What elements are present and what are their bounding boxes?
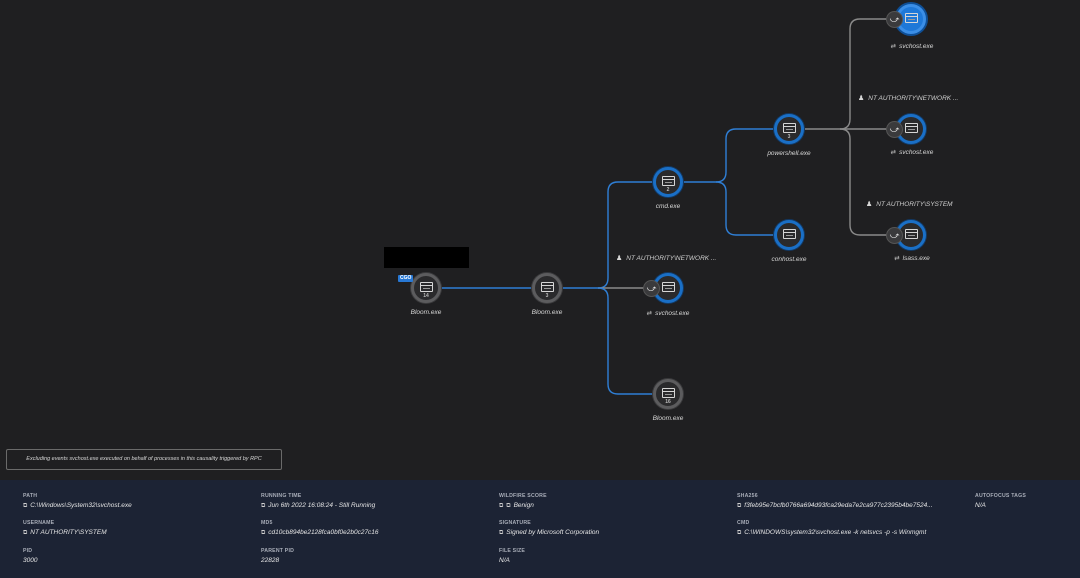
edge-to-cmd <box>597 181 653 289</box>
window-icon <box>783 229 796 239</box>
copy-icon[interactable]: ⧉ <box>23 530 27 536</box>
window-icon <box>662 388 675 398</box>
rpc-icon: ⤻ <box>886 121 903 138</box>
child-count: 2 <box>666 187 670 193</box>
md5-field: MD5 ⧉ cd10cb894be2128fca0bf0e2b0c27c16 <box>261 520 379 536</box>
process-node-bloom-2[interactable]: 3 <box>532 273 562 303</box>
process-node-powershell[interactable]: 3 <box>774 114 804 144</box>
child-count: 14 <box>423 293 429 299</box>
user-label: ♟ NT AUTHORITY\SYSTEM <box>866 201 953 208</box>
child-count: 16 <box>665 399 671 405</box>
copy-icon[interactable]: ⧉ <box>499 503 503 509</box>
pid-field: PID 3000 <box>23 548 38 564</box>
parent-pid-field: PARENT PID 22828 <box>261 548 295 564</box>
process-node-conhost[interactable] <box>774 220 804 250</box>
window-icon <box>783 123 796 133</box>
rpc-small-icon: ⇄ <box>646 310 653 317</box>
window-icon <box>905 123 918 133</box>
process-label: ⇄ lsass.exe <box>894 255 930 262</box>
process-label: Bloom.exe <box>652 415 684 422</box>
process-label: powershell.exe <box>767 150 811 157</box>
window-icon <box>662 176 675 186</box>
user-icon: ♟ <box>858 95 865 102</box>
rpc-small-icon: ⇄ <box>890 149 897 156</box>
copy-icon[interactable]: ⧉ <box>737 503 741 509</box>
process-label: ⇄ svchost.exe <box>890 149 934 156</box>
user-icon: ♟ <box>866 201 873 208</box>
window-icon <box>905 229 918 239</box>
edge-to-lsass <box>839 128 886 236</box>
running-time-field: RUNNING TIME ⧉ Jun 6th 2022 16:08:24 - St… <box>261 493 376 509</box>
window-icon <box>420 282 433 292</box>
process-node-bloom-root[interactable]: 14 <box>411 273 441 303</box>
window-icon <box>541 282 554 292</box>
path-field: PATH ⧉ C:\Windows\System32\svchost.exe <box>23 493 132 509</box>
process-label: cmd.exe <box>655 203 681 210</box>
process-node-cmd[interactable]: 2 <box>653 167 683 197</box>
process-label: ⇄ svchost.exe <box>890 43 934 50</box>
rpc-icon: ⤻ <box>643 280 660 297</box>
process-label: Bloom.exe <box>531 309 563 316</box>
wildfire-score-field: WILDFIRE SCORE ⧉ ⧉ Benign <box>499 493 547 509</box>
cmd-field: CMD ⧉ C:\WINDOWS\system32\svchost.exe -k … <box>737 520 927 536</box>
sha256-field: SHA256 ⧉ f3feb95e7bcfb0766a694d93fca29eda… <box>737 493 933 509</box>
rpc-small-icon: ⇄ <box>890 43 897 50</box>
edge-to-bloom16 <box>597 287 653 395</box>
cgo-badge: CGO <box>398 275 414 282</box>
username-field: USERNAME ⧉ NT AUTHORITY\SYSTEM <box>23 520 107 536</box>
edge-to-svchost-top <box>839 18 886 130</box>
process-label: ⇄ svchost.exe <box>646 310 690 317</box>
copy-icon[interactable]: ⧉ <box>23 503 27 509</box>
copy-icon[interactable]: ⧉ <box>499 530 503 536</box>
window-icon <box>905 13 918 23</box>
signature-field: SIGNATURE ⧉ Signed by Microsoft Corporati… <box>499 520 600 536</box>
copy-icon[interactable]: ⧉ <box>737 530 741 536</box>
child-count: 3 <box>545 293 549 299</box>
copy-icon[interactable]: ⧉ <box>261 530 265 536</box>
process-label: Bloom.exe <box>410 309 442 316</box>
external-link-icon[interactable]: ⧉ <box>506 503 510 509</box>
process-details-panel: PATH ⧉ C:\Windows\System32\svchost.exe US… <box>0 480 1080 578</box>
user-label: ♟ NT AUTHORITY\NETWORK ... <box>616 255 717 262</box>
autofocus-tags-field: AUTOFOCUS TAGS N/A <box>975 493 1027 509</box>
window-icon <box>662 282 675 292</box>
rpc-small-icon: ⇄ <box>894 255 900 262</box>
process-node-bloom-16[interactable]: 16 <box>653 379 683 409</box>
copy-icon[interactable]: ⧉ <box>261 503 265 509</box>
rpc-icon: ⤻ <box>886 11 903 28</box>
user-label: ♟ NT AUTHORITY\NETWORK ... <box>858 95 959 102</box>
causality-graph: 14 CGO Bloom.exe 3 Bloom.exe 2 cmd.exe ♟… <box>0 0 1080 480</box>
redacted-block <box>384 247 469 268</box>
user-icon: ♟ <box>616 255 623 262</box>
child-count: 3 <box>787 134 791 140</box>
rpc-exclusion-notice: Excluding events svchost.exe executed on… <box>6 449 282 470</box>
process-label: conhost.exe <box>771 256 807 263</box>
file-size-field: FILE SIZE N/A <box>499 548 526 564</box>
rpc-icon: ⤻ <box>886 227 903 244</box>
